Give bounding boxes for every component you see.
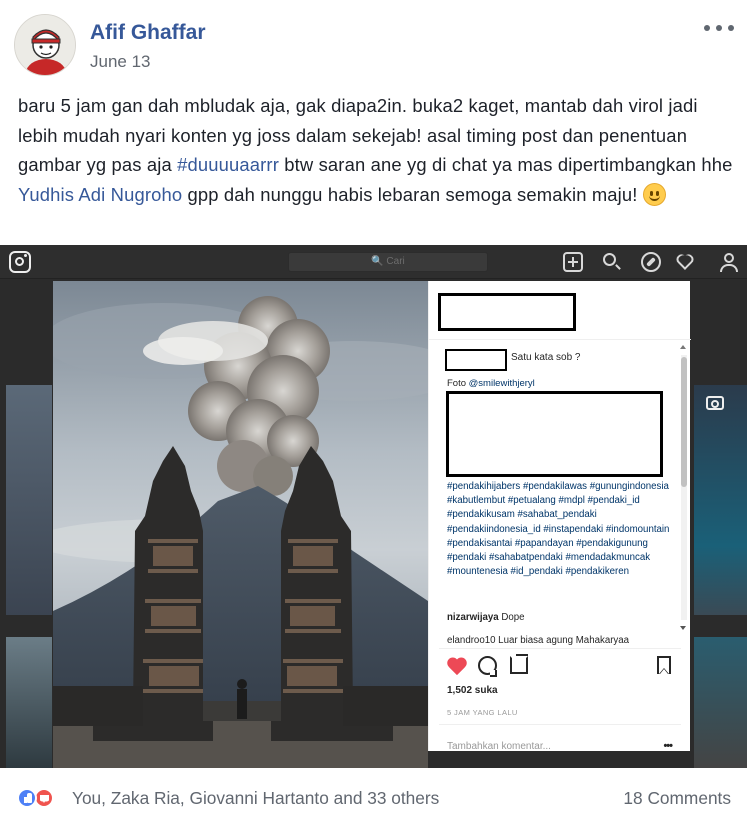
post-text-part: gpp dah nunggu habis lebaran semoga sema… [182,183,643,205]
search-input: 🔍 Cari [288,252,488,272]
caption-credit: Foto @smilewithjeryl [447,378,535,389]
caption-hashtags: #pendakihijabers #pendakilawas #gunungin… [447,481,670,578]
redacted-username-box [438,293,576,331]
likes-count: 1,502 suka [447,685,498,696]
profile-icon [719,252,739,272]
hashtag-link[interactable]: #duuuuaarrr [177,154,279,175]
author-name[interactable]: Afif Ghaffar [90,21,206,45]
comment-text: Dope [498,612,525,623]
credit-user-link: @smilewithjeryl [468,378,535,389]
post-footer: You, Zaka Ria, Giovanni Hartanto and 33 … [0,768,747,827]
dot-icon [704,25,710,31]
love-reaction-icon [34,788,54,808]
share-icon [510,654,528,674]
divider [439,648,681,649]
heart-icon [680,252,700,272]
caption-text: Satu kata sob ? [511,352,581,363]
post-image[interactable]: 🔍 Cari Satu kata sob ? Foto @smilewithje… [0,245,747,768]
divider [429,339,691,340]
scroll-up-arrow-icon [680,345,686,349]
post-header: Afif Ghaffar June 13 [14,14,734,78]
comment: elandroo10 Luar biasa agung Mahakaryaa [447,635,629,647]
volcano-temple-photo [53,281,428,768]
reaction-icons[interactable] [17,788,54,808]
explore-compass-icon [641,252,661,272]
instagram-logo-icon [9,251,31,273]
instagram-post-panel: Satu kata sob ? Foto @smilewithjeryl #pe… [428,281,691,752]
camera-icon [706,396,724,410]
comment: nizarwijaya Dope [447,612,525,623]
dot-icon [728,25,734,31]
redacted-username-box [445,349,507,371]
scroll-down-arrow-icon [680,626,686,630]
comment-username: nizarwijaya [447,612,499,623]
comment-text: Luar biasa agung Mahakaryaa [495,635,630,646]
redacted-caption-box [446,391,663,477]
background-thumbnail [694,385,747,615]
post-text-part: btw saran ane yg di chat ya mas dipertim… [278,154,733,175]
slightly-smiling-face-icon [642,182,666,206]
scrollbar [680,345,687,630]
reactions-summary-link[interactable]: You, Zaka Ria, Giovanni Hartanto and 33 … [72,788,439,809]
divider [439,724,681,725]
scroll-thumb [681,357,687,487]
comment-username: elandroo10 [447,635,496,646]
like-heart-icon [446,656,468,678]
instagram-nav [563,252,739,272]
background-thumbnail [6,385,52,615]
more-dots-icon: ••• [663,740,673,752]
post-text: baru 5 jam gan dah mbludak aja, gak diap… [18,91,733,209]
add-comment-field: Tambahkan komentar... [447,741,551,752]
author-avatar[interactable] [14,14,76,76]
instagram-top-bar: 🔍 Cari [0,245,747,279]
mention-link[interactable]: Yudhis Adi Nugroho [18,184,182,205]
background-thumbnail [6,637,52,768]
post-date[interactable]: June 13 [90,52,151,72]
like-reaction-icon [17,788,37,808]
search-icon [602,252,622,272]
bookmark-icon [657,656,671,674]
dot-icon [716,25,722,31]
post-time: 5 JAM YANG LALU [447,708,518,717]
more-options-button[interactable] [704,18,734,38]
caption-credit-prefix: Foto [447,378,469,389]
background-thumbnail [694,637,747,768]
comments-count-link[interactable]: 18 Comments [623,788,731,809]
new-post-icon [563,252,583,272]
comment-bubble-icon [478,656,497,677]
